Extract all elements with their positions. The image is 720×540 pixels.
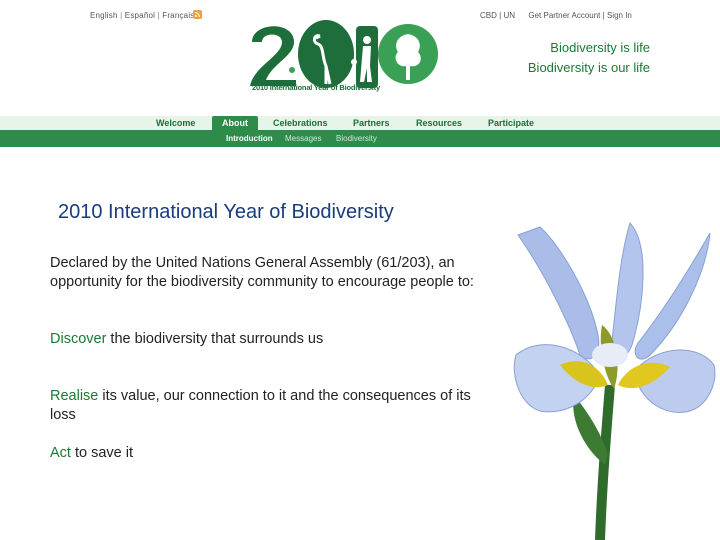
item-keyword: Act bbox=[50, 445, 71, 461]
item-keyword: Discover bbox=[50, 331, 107, 347]
logo-swirl bbox=[289, 67, 295, 73]
page-title: 2010 International Year of Biodiversity bbox=[58, 201, 394, 223]
account-links: CBD | UN Get Partner Account | Sign In bbox=[480, 11, 632, 20]
tagline-line-1: Biodiversity is life bbox=[550, 40, 650, 55]
flower-center bbox=[592, 343, 628, 367]
subtab-messages[interactable]: Messages bbox=[285, 130, 321, 147]
flower-petal bbox=[517, 226, 600, 360]
lang-francais-link[interactable]: Français bbox=[162, 11, 194, 20]
subtab-introduction[interactable]: Introduction bbox=[226, 130, 273, 147]
item-text: its value, our connection to it and the … bbox=[50, 388, 471, 423]
sub-nav: Introduction Messages Biodiversity bbox=[0, 130, 720, 147]
logo-swirl bbox=[280, 60, 288, 68]
list-item: Realise its value, our connection to it … bbox=[50, 387, 490, 425]
tagline-line-2: Biodiversity is our life bbox=[527, 60, 650, 75]
tab-about[interactable]: About bbox=[212, 116, 258, 130]
list-item: Act to save it bbox=[50, 444, 490, 463]
main-nav: Welcome About Celebrations Partners Reso… bbox=[0, 116, 720, 130]
logo-digit-2 bbox=[250, 26, 296, 86]
flower-petal bbox=[611, 222, 644, 359]
main-content: Declared by the United Nations General A… bbox=[50, 254, 490, 501]
partner-account-link[interactable]: Get Partner Account bbox=[528, 11, 600, 20]
language-links: English | Español | Français bbox=[90, 11, 195, 20]
sign-in-link[interactable]: Sign In bbox=[607, 11, 632, 20]
child-icon bbox=[351, 59, 357, 65]
cbd-link[interactable]: CBD bbox=[480, 11, 497, 20]
item-text: the biodiversity that surrounds us bbox=[106, 331, 324, 347]
tab-welcome[interactable]: Welcome bbox=[156, 116, 195, 130]
tab-resources[interactable]: Resources bbox=[416, 116, 462, 130]
rss-icon[interactable] bbox=[193, 10, 202, 19]
lang-espanol-link[interactable]: Español bbox=[125, 11, 155, 20]
intro-paragraph: Declared by the United Nations General A… bbox=[50, 255, 474, 290]
tagline: Biodiversity is life Biodiversity is our… bbox=[528, 38, 650, 78]
person-icon bbox=[363, 36, 371, 44]
lang-english-link[interactable]: English bbox=[90, 11, 118, 20]
tab-participate[interactable]: Participate bbox=[488, 116, 534, 130]
tab-partners[interactable]: Partners bbox=[353, 116, 390, 130]
list-item: Discover the biodiversity that surrounds… bbox=[50, 330, 490, 349]
un-link[interactable]: UN bbox=[503, 11, 515, 20]
item-keyword: Realise bbox=[50, 388, 99, 404]
flower-petal bbox=[634, 232, 711, 360]
subtab-biodiversity[interactable]: Biodiversity bbox=[336, 130, 377, 147]
tab-celebrations[interactable]: Celebrations bbox=[273, 116, 328, 130]
logo-caption: 2010 International Year of Biodiversity bbox=[252, 83, 380, 92]
item-text: to save it bbox=[70, 445, 134, 461]
iris-flower-image bbox=[513, 222, 716, 540]
